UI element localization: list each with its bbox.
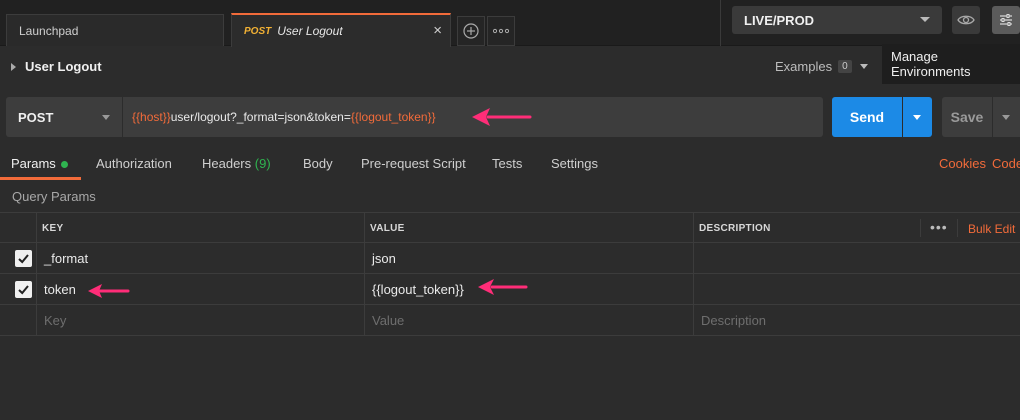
examples-dropdown[interactable]: Examples 0 — [775, 59, 868, 74]
query-params-label: Query Params — [12, 189, 96, 204]
param-value[interactable]: json — [372, 251, 396, 266]
url-variable-token: {{logout_token}} — [350, 110, 436, 124]
tab-label: User Logout — [277, 24, 343, 38]
checkmark-icon — [18, 285, 29, 295]
new-tab-button[interactable] — [457, 16, 485, 46]
tab-method-badge: POST — [244, 25, 272, 37]
sliders-icon — [1000, 14, 1012, 26]
tab-body[interactable]: Body — [303, 156, 333, 171]
tab-options-button[interactable] — [487, 16, 515, 46]
tab-launchpad[interactable]: Launchpad — [6, 14, 224, 46]
tab-settings[interactable]: Settings — [551, 156, 598, 171]
annotation-arrow — [472, 108, 532, 126]
value-input-placeholder[interactable]: Value — [372, 313, 404, 328]
examples-label: Examples — [775, 59, 833, 74]
close-icon[interactable]: × — [433, 22, 442, 39]
tab-user-logout[interactable]: POST User Logout × — [231, 13, 451, 47]
environment-select[interactable]: LIVE/PROD — [732, 6, 942, 34]
column-header-key: KEY — [42, 223, 64, 234]
chevron-down-icon — [920, 17, 930, 22]
manage-environments-tooltip: Manage Environments — [882, 44, 1020, 84]
table-row: _format json — [0, 243, 1020, 274]
param-value[interactable]: {{logout_token}} — [372, 282, 464, 297]
url-path: user/logout?_format=json&token= — [170, 110, 351, 124]
tab-label: Launchpad — [19, 23, 79, 38]
send-button[interactable]: Send — [832, 97, 902, 137]
more-options-icon[interactable]: ••• — [930, 219, 948, 235]
headers-count: (9) — [254, 156, 271, 171]
query-params-table: KEY VALUE DESCRIPTION ••• Bulk Edit _for… — [0, 212, 1020, 338]
ellipsis-icon — [493, 28, 509, 34]
code-link[interactable]: Code — [992, 156, 1020, 171]
save-options-dropdown[interactable] — [993, 97, 1020, 137]
active-indicator-dot — [60, 161, 68, 169]
table-header-row: KEY VALUE DESCRIPTION ••• Bulk Edit — [0, 212, 1020, 243]
description-input-placeholder[interactable]: Description — [701, 313, 766, 328]
tab-authorization[interactable]: Authorization — [96, 156, 172, 171]
url-variable-host: {{host}} — [132, 110, 171, 124]
active-tab-underline — [0, 177, 81, 180]
http-method-select[interactable]: POST — [6, 97, 122, 137]
param-key[interactable]: _format — [44, 251, 88, 266]
cookies-link[interactable]: Cookies — [939, 156, 986, 171]
examples-count-badge: 0 — [838, 60, 852, 73]
key-input-placeholder[interactable]: Key — [44, 313, 66, 328]
request-name[interactable]: User Logout — [25, 59, 102, 74]
save-button[interactable]: Save — [942, 97, 992, 137]
table-row-new: Key Value Description — [0, 305, 1020, 336]
tab-params-label: Params — [11, 156, 56, 171]
annotation-arrow — [88, 284, 130, 298]
bulk-edit-link[interactable]: Bulk Edit — [968, 222, 1015, 236]
divider — [957, 219, 958, 237]
row-enabled-checkbox[interactable] — [15, 281, 32, 298]
divider — [720, 0, 721, 46]
eye-icon — [957, 15, 975, 25]
tab-pre-request-script[interactable]: Pre-request Script — [361, 156, 466, 171]
chevron-down-icon — [102, 115, 110, 120]
tab-tests[interactable]: Tests — [492, 156, 522, 171]
row-enabled-checkbox[interactable] — [15, 250, 32, 267]
column-header-value: VALUE — [370, 223, 405, 234]
plus-circle-icon — [463, 23, 479, 39]
column-header-description: DESCRIPTION — [699, 223, 771, 234]
expand-triangle-icon[interactable] — [11, 63, 16, 71]
tab-params[interactable]: Params — [11, 156, 68, 171]
param-key[interactable]: token — [44, 282, 76, 297]
tab-headers-label: Headers — [202, 156, 252, 171]
request-tab-bar: Launchpad POST User Logout × LIVE/PROD — [0, 0, 1020, 47]
request-name-row: User Logout Examples 0 — [0, 47, 1020, 87]
chevron-down-icon — [859, 64, 868, 69]
environment-selected-value: LIVE/PROD — [744, 12, 815, 28]
send-options-dropdown[interactable] — [903, 97, 932, 137]
environment-quick-look-button[interactable] — [952, 6, 980, 34]
request-subtabs: Params Authorization Headers (9) Body Pr… — [0, 148, 1020, 180]
divider — [920, 219, 921, 237]
http-method-value: POST — [18, 109, 54, 125]
checkmark-icon — [18, 254, 29, 264]
tab-headers[interactable]: Headers (9) — [202, 156, 271, 171]
annotation-arrow — [478, 279, 528, 295]
manage-environments-button[interactable] — [992, 6, 1020, 34]
